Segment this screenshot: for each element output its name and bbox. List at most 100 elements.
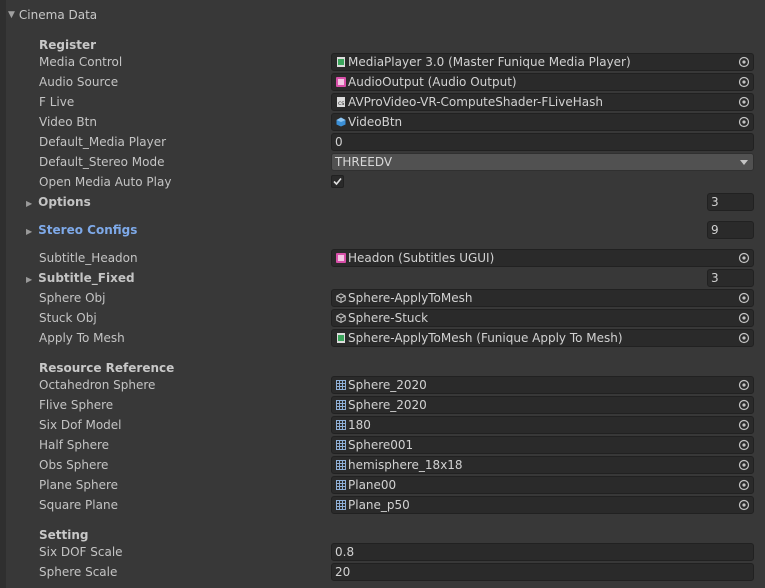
object-picker-icon[interactable] [738, 252, 750, 264]
options-row: ▶ Options 3 [0, 192, 765, 212]
octahedron-sphere-row: Octahedron Sphere Sphere_2020 [0, 375, 765, 395]
half-sphere-row: Half Sphere Sphere001 [0, 435, 765, 455]
field-label: Subtitle_Headon [39, 251, 138, 265]
field-label: Apply To Mesh [39, 331, 125, 345]
component-title: Cinema Data [18, 8, 98, 22]
field-label: Sphere Scale [39, 565, 118, 579]
subtitle-fixed-row: ▶ Subtitle_Fixed 3 [0, 268, 765, 288]
field-label: Six Dof Model [39, 418, 122, 432]
field-value: Sphere-ApplyToMesh (Funique Apply To Mes… [348, 331, 623, 345]
default-media-player-row: Default_Media Player 0 [0, 132, 765, 152]
subtitle-fixed-foldout[interactable]: ▶ Subtitle_Fixed [26, 268, 135, 288]
subtitle-script-icon [336, 253, 346, 263]
object-picker-icon[interactable] [738, 439, 750, 451]
default-stereo-mode-dropdown[interactable]: THREEDV [331, 153, 754, 171]
sphere-obj-field[interactable]: Sphere-ApplyToMesh [331, 289, 754, 307]
object-picker-icon[interactable] [738, 399, 750, 411]
field-label: Obs Sphere [39, 458, 109, 472]
svg-text:cs: cs [338, 100, 344, 107]
mesh-icon [336, 380, 346, 390]
field-label: Six DOF Scale [39, 545, 123, 559]
stereo-configs-foldout[interactable]: ▶ Stereo Configs [26, 220, 137, 240]
sphere-scale-input[interactable]: 20 [331, 563, 754, 581]
video-btn-field[interactable]: VideoBtn [331, 113, 754, 131]
object-picker-icon[interactable] [738, 499, 750, 511]
f-live-row: F Live cs AVProVideo-VR-ComputeShader-FL… [0, 92, 765, 112]
stereo-configs-row: ▶ Stereo Configs 9 [0, 220, 765, 240]
gameobject-icon [336, 293, 346, 303]
field-label: Video Btn [39, 115, 97, 129]
options-foldout[interactable]: ▶ Options [26, 192, 91, 212]
foldout-collapsed-icon: ▶ [26, 199, 33, 208]
field-value: hemisphere_18x18 [348, 458, 463, 472]
object-picker-icon[interactable] [738, 459, 750, 471]
six-dof-scale-row: Six DOF Scale 0.8 [0, 542, 765, 562]
field-label: Media Control [39, 55, 123, 69]
field-label: Flive Sphere [39, 398, 114, 412]
mesh-icon [336, 460, 346, 470]
subtitle-headon-row: Subtitle_Headon Headon (Subtitles UGUI) [0, 248, 765, 268]
field-label: Octahedron Sphere [39, 378, 156, 392]
apply-to-mesh-field[interactable]: Sphere-ApplyToMesh (Funique Apply To Mes… [331, 329, 754, 347]
apply-to-mesh-row: Apply To Mesh Sphere-ApplyToMesh (Funiqu… [0, 328, 765, 348]
field-value: VideoBtn [348, 115, 403, 129]
foldout-collapsed-icon: ▶ [26, 227, 33, 236]
subtitle-fixed-size-input[interactable]: 3 [707, 269, 754, 287]
checkmark-icon [333, 177, 342, 186]
dropdown-value: THREEDV [335, 155, 393, 169]
field-label: Open Media Auto Play [39, 175, 172, 189]
object-picker-icon[interactable] [738, 96, 750, 108]
field-value: Sphere_2020 [348, 398, 427, 412]
field-value: Sphere-Stuck [348, 311, 429, 325]
stuck-obj-field[interactable]: Sphere-Stuck [331, 309, 754, 327]
mesh-icon [336, 400, 346, 410]
object-picker-icon[interactable] [738, 312, 750, 324]
field-label: Sphere Obj [39, 291, 106, 305]
field-value: Plane_p50 [348, 498, 410, 512]
field-label: Audio Source [39, 75, 119, 89]
component-header[interactable]: ▼ Cinema Data [6, 4, 97, 26]
object-picker-icon[interactable] [738, 76, 750, 88]
object-picker-icon[interactable] [738, 419, 750, 431]
object-picker-icon[interactable] [738, 332, 750, 344]
object-picker-icon[interactable] [738, 379, 750, 391]
field-label: F Live [39, 95, 75, 109]
field-value: Sphere001 [348, 438, 414, 452]
six-dof-model-row: Six Dof Model 180 [0, 415, 765, 435]
flive-sphere-field[interactable]: Sphere_2020 [331, 396, 754, 414]
plane-sphere-field[interactable]: Plane00 [331, 476, 754, 494]
gameobject-icon [336, 117, 346, 127]
object-picker-icon[interactable] [738, 56, 750, 68]
square-plane-field[interactable]: Plane_p50 [331, 496, 754, 514]
object-picker-icon[interactable] [738, 479, 750, 491]
field-label: Subtitle_Fixed [38, 271, 135, 285]
six-dof-model-field[interactable]: 180 [331, 416, 754, 434]
field-label: Default_Media Player [39, 135, 167, 149]
six-dof-scale-input[interactable]: 0.8 [331, 543, 754, 561]
obs-sphere-field[interactable]: hemisphere_18x18 [331, 456, 754, 474]
f-live-field[interactable]: cs AVProVideo-VR-ComputeShader-FLiveHash [331, 93, 754, 111]
dropdown-arrow-icon [740, 160, 748, 165]
default-media-player-input[interactable]: 0 [331, 133, 754, 151]
octahedron-sphere-field[interactable]: Sphere_2020 [331, 376, 754, 394]
object-picker-icon[interactable] [738, 116, 750, 128]
field-label: Options [38, 195, 91, 209]
field-value: 0.8 [335, 545, 355, 559]
media-control-field[interactable]: MediaPlayer 3.0 (Master Funique Media Pl… [331, 53, 754, 71]
subtitle-headon-field[interactable]: Headon (Subtitles UGUI) [331, 249, 754, 267]
field-value: Plane00 [348, 478, 397, 492]
half-sphere-field[interactable]: Sphere001 [331, 436, 754, 454]
field-label: Square Plane [39, 498, 118, 512]
options-size-input[interactable]: 3 [707, 193, 754, 211]
mesh-icon [336, 420, 346, 430]
foldout-expanded-icon[interactable]: ▼ [8, 10, 15, 20]
media-control-row: Media Control MediaPlayer 3.0 (Master Fu… [0, 52, 765, 72]
open-media-auto-play-checkbox[interactable] [331, 175, 344, 188]
field-label: Half Sphere [39, 438, 110, 452]
object-picker-icon[interactable] [738, 292, 750, 304]
field-label: Stereo Configs [38, 223, 138, 237]
stereo-configs-size-input[interactable]: 9 [707, 221, 754, 239]
field-label: Plane Sphere [39, 478, 119, 492]
audio-source-field[interactable]: AudioOutput (Audio Output) [331, 73, 754, 91]
compute-shader-icon: cs [337, 97, 345, 107]
